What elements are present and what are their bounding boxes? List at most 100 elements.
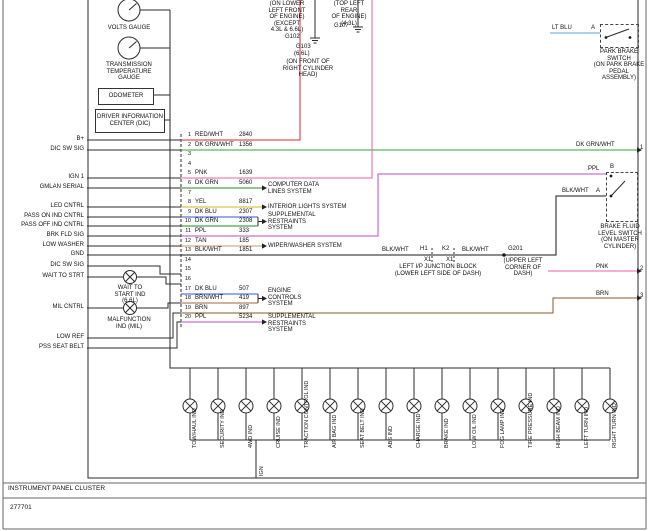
wire-pin19: [181, 298, 637, 313]
wire-color-label: YEL: [195, 199, 206, 206]
connector-pin-number: 14: [182, 257, 191, 264]
indicator-lamp-label: LEFT TURN IND: [584, 374, 591, 448]
wire-color-label: BLK/WHT: [195, 247, 222, 254]
figure-number: 277701: [10, 505, 32, 512]
circuit-number-label: 2307: [239, 209, 252, 216]
arrowhead-icon: [262, 296, 267, 301]
connector-pin-number: 6: [182, 180, 191, 187]
junction-block-label: LEFT I/P JUNCTION BLOCK (LOWER LEFT SIDE…: [388, 264, 488, 277]
circuit-number-label: 5060: [239, 180, 252, 187]
exit-tag-2: 2: [640, 266, 643, 273]
brake-fluid-switch-box: [606, 172, 638, 222]
indicator-lamp-label: FOG LAMP IND: [500, 374, 507, 448]
g103-location: (ON FRONT OF RIGHT CYLINDER HEAD): [282, 59, 334, 79]
diagram-lines: [0, 0, 650, 531]
trans-temp-gauge-label: TRANSMISSION TEMPERATURE GAUGE: [103, 62, 155, 82]
connector-pin-number: 2: [182, 142, 191, 149]
g102-name: G102: [285, 34, 300, 41]
blk-wht-switch-wire-label: BLK/WHT: [562, 188, 589, 195]
odometer-box: ODOMETER: [98, 88, 154, 105]
wire-color-label: DK BLU: [195, 286, 217, 293]
circuit-number-label: 419: [239, 295, 249, 302]
g103-note: (6.6L): [294, 51, 310, 58]
cluster-footer-label: INSTRUMENT PANEL CLUSTER: [8, 486, 105, 493]
system-interior-lights: INTERIOR LIGHTS SYSTEM: [268, 204, 346, 211]
indicator-lamp-label: TOW/HAUL IND: [192, 374, 199, 448]
wire-color-label: PNK: [195, 170, 207, 177]
left-signal-label: LOW REF: [0, 334, 84, 341]
connector-pin-number: 15: [182, 266, 191, 273]
connector-pin-number: 7: [182, 190, 191, 197]
jb-pin-x1-right: X1: [446, 257, 453, 264]
circuit-number-label: 2308: [239, 218, 252, 225]
connector-pin-number: 13: [182, 247, 191, 254]
dic-box: DRIVER INFORMATION CENTER (DIC): [95, 109, 165, 133]
circuit-number-label: 507: [239, 286, 249, 293]
g103-name: G103: [296, 44, 311, 51]
circuit-number-label: 185: [239, 238, 249, 245]
arrowhead-icon: [262, 319, 267, 324]
arrowhead-icon: [262, 204, 267, 209]
indicator-lamp-label: TRACTION CONTROL IND: [304, 374, 311, 448]
ground-symbol-g102: [310, 38, 320, 43]
page-border: [3, 0, 646, 529]
system-srs-upper: SUPPLEMENTAL RESTRAINTS SYSTEM: [268, 212, 316, 232]
wire-color-label: DK GRN/WHT: [195, 142, 234, 149]
wire-color-label: DK BLU: [195, 209, 217, 216]
ground-symbol-g107: [353, 27, 363, 32]
ign-bus-label: IGN: [259, 456, 266, 476]
jb-pin-x1-left: X1: [424, 257, 431, 264]
g107-location: (TOP LEFT REAR OF ENGINE) (4.3L): [326, 1, 372, 27]
connector-pin-number: 12: [182, 238, 191, 245]
ppl-wire-label: PPL: [588, 166, 599, 173]
connector-pin-number: 19: [182, 305, 191, 312]
circuit-number-label: 5234: [239, 314, 252, 321]
mil-ind-label: MALFUNCTION IND (MIL): [100, 317, 158, 330]
jb-wire-out-label: BLK/WHT: [462, 247, 489, 254]
circuit-number-label: 2840: [239, 132, 252, 139]
circuit-number-label: 1851: [239, 247, 252, 254]
circuit-number-label: 897: [239, 305, 249, 312]
brake-fluid-switch-label: BRAKE FLUID LEVEL SWITCH (ON MASTER CYLI…: [592, 224, 648, 250]
wiring-diagram: VOLTS GAUGE TRANSMISSION TEMPERATURE GAU…: [0, 0, 650, 531]
arrowhead-icon: [262, 219, 267, 224]
left-signal-label: LOW WASHER: [0, 242, 84, 249]
connector-pin-number: 11: [182, 228, 191, 235]
left-signal-label: DIC SW SIG: [0, 146, 84, 153]
connector-pin-number: 5: [182, 170, 191, 177]
wire-color-label: BRN/WHT: [195, 295, 223, 302]
wire-color-label: RED/WHT: [195, 132, 223, 139]
left-signal-label: LED CNTRL: [0, 203, 84, 210]
exit-tag-3: 3: [640, 293, 643, 300]
indicator-lamp-label: 4WD IND: [248, 374, 255, 448]
left-signal-label: WAIT TO STRT: [0, 273, 84, 280]
g201-name: G201: [508, 246, 523, 253]
wait-to-start-ind-label: WAIT TO START IND (6.6L): [103, 285, 157, 305]
connector-pin-number: 4: [182, 161, 191, 168]
indicator-lamp-label: ABS IND: [388, 374, 395, 448]
jb-wire-in-label: BLK/WHT: [382, 247, 409, 254]
system-computer-data: COMPUTER DATA LINES SYSTEM: [268, 182, 319, 195]
arrowhead-icon: [262, 243, 267, 248]
system-engine-controls: ENGINE CONTROLS SYSTEM: [268, 288, 301, 308]
jb-pin-k2: K2: [442, 246, 449, 253]
connector-pin-number: 10: [182, 218, 191, 225]
indicator-lamp-label: LOW OIL IND: [472, 374, 479, 448]
indicator-lamp-label: HIGH BEAM IND: [556, 374, 563, 448]
left-signal-label: GMLAN SERIAL: [0, 184, 84, 191]
merge-stubs: [258, 217, 262, 303]
circuit-number-label: 1356: [239, 142, 252, 149]
wire-color-label: DK GRN: [195, 218, 218, 225]
system-wiper-washer: WIPER/WASHER SYSTEM: [268, 243, 342, 250]
indicator-lamp-label: AIR BAG IND: [332, 374, 339, 448]
circuit-number-label: 1639: [239, 170, 252, 177]
left-signal-label: DIC SW SIG: [0, 262, 84, 269]
park-brake-switch-box: [600, 24, 639, 48]
exit-tag-1: 1: [640, 145, 643, 152]
lt-blu-wire-label: LT BLU: [552, 25, 572, 32]
indicator-lamp-label: BRAKE IND: [444, 374, 451, 448]
connector-pin-number: 20: [182, 314, 191, 321]
left-signal-label: B+: [0, 136, 84, 143]
internal-bus: [140, 10, 610, 368]
wire-color-label: BRN: [195, 305, 208, 312]
